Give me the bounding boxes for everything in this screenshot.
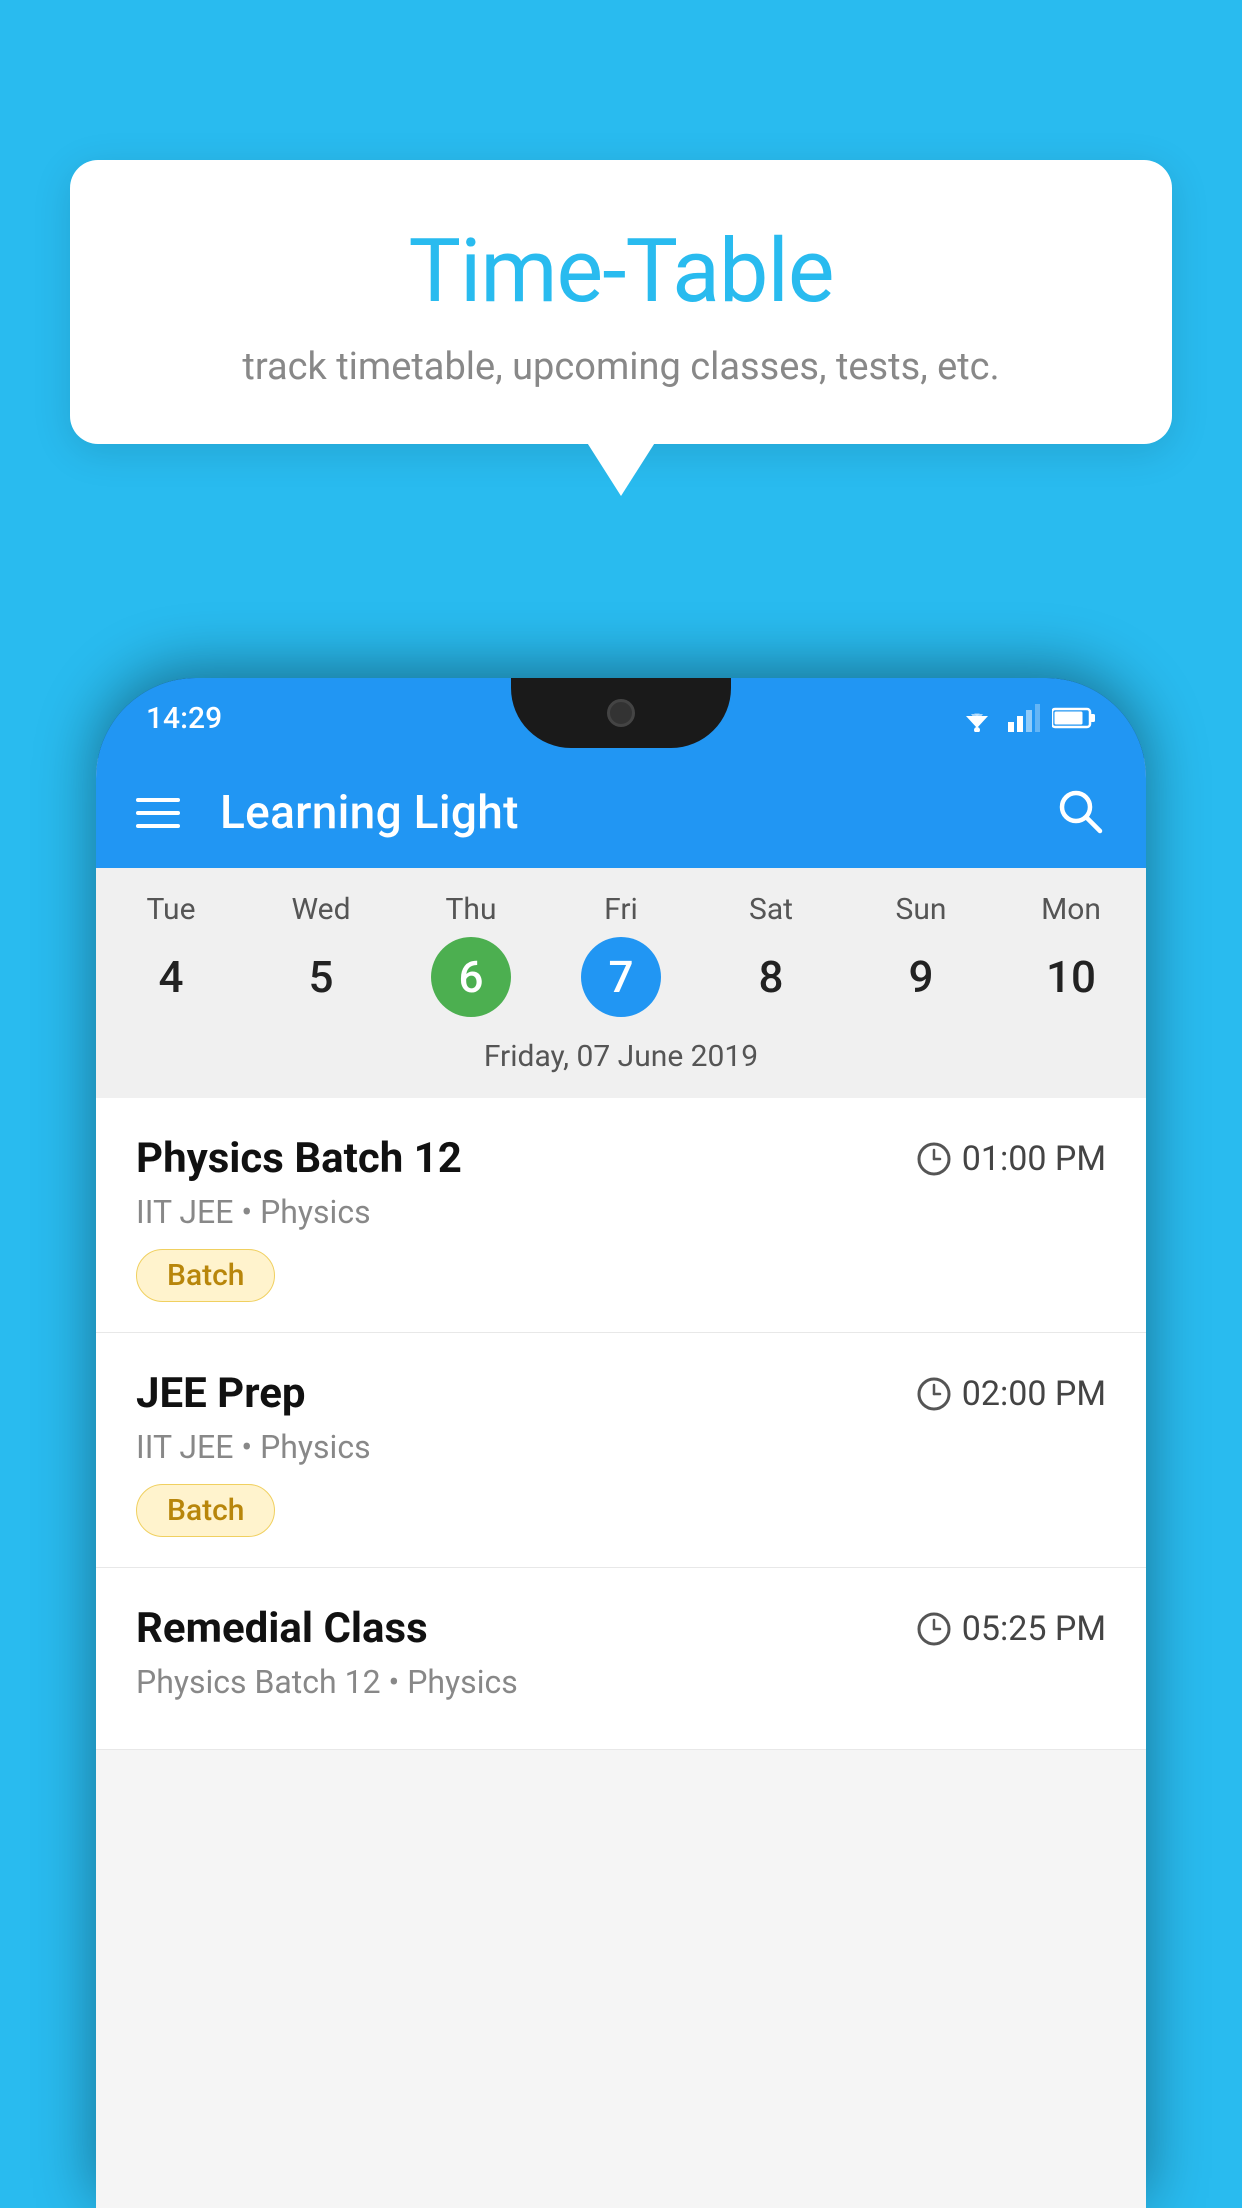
batch-badge: Batch xyxy=(136,1249,275,1302)
calendar-day-9[interactable]: Sun 9 xyxy=(856,892,986,1017)
day-number: 5 xyxy=(281,937,361,1017)
day-name: Fri xyxy=(604,892,638,927)
search-button[interactable] xyxy=(1054,785,1106,841)
day-number: 7 xyxy=(581,937,661,1017)
calendar-day-8[interactable]: Sat 8 xyxy=(706,892,836,1017)
signal-icon xyxy=(1008,704,1040,732)
battery-icon xyxy=(1052,706,1096,730)
phone-notch xyxy=(511,678,731,748)
wifi-icon xyxy=(958,704,996,732)
day-name: Sat xyxy=(749,892,793,927)
schedule-item-time: 05:25 PM xyxy=(916,1609,1106,1649)
selected-date-label: Friday, 07 June 2019 xyxy=(96,1031,1146,1078)
day-number: 6 xyxy=(431,937,511,1017)
batch-badge: Batch xyxy=(136,1484,275,1537)
day-name: Sun xyxy=(896,892,947,927)
schedule-item-time: 02:00 PM xyxy=(916,1374,1106,1414)
day-name: Tue xyxy=(147,892,196,927)
hamburger-line-3 xyxy=(136,824,180,828)
schedule-item-subtitle: Physics Batch 12 • Physics xyxy=(136,1663,1106,1701)
schedule-item-0[interactable]: Physics Batch 12 01:00 PM IIT JEE • Phys… xyxy=(96,1098,1146,1333)
search-icon xyxy=(1054,785,1106,837)
schedule-item-header: JEE Prep 02:00 PM xyxy=(136,1369,1106,1418)
tooltip-card: Time-Table track timetable, upcoming cla… xyxy=(70,160,1172,444)
tooltip-subtitle: track timetable, upcoming classes, tests… xyxy=(120,345,1122,389)
hamburger-line-2 xyxy=(136,811,180,815)
schedule-item-title: Physics Batch 12 xyxy=(136,1134,462,1183)
camera-dot xyxy=(607,699,635,727)
app-bar-title: Learning Light xyxy=(220,786,1014,840)
calendar-day-7[interactable]: Fri 7 xyxy=(556,892,686,1017)
clock-icon xyxy=(916,1141,952,1177)
day-name: Thu xyxy=(446,892,497,927)
phone-frame: 14:29 xyxy=(96,678,1146,2208)
calendar-day-10[interactable]: Mon 10 xyxy=(1006,892,1136,1017)
calendar-day-4[interactable]: Tue 4 xyxy=(106,892,236,1017)
day-number: 4 xyxy=(131,937,211,1017)
status-time: 14:29 xyxy=(146,701,222,736)
schedule-item-header: Remedial Class 05:25 PM xyxy=(136,1604,1106,1653)
app-bar: Learning Light xyxy=(96,758,1146,868)
days-row: Tue 4 Wed 5 Thu 6 Fri 7 Sat 8 Sun 9 Mon 10 xyxy=(96,892,1146,1017)
calendar-strip: Tue 4 Wed 5 Thu 6 Fri 7 Sat 8 Sun 9 Mon 10 Friday, 07… xyxy=(96,868,1146,1098)
day-number: 8 xyxy=(731,937,811,1017)
schedule-item-title: JEE Prep xyxy=(136,1369,306,1418)
status-icons xyxy=(958,704,1096,732)
clock-icon xyxy=(916,1376,952,1412)
phone-screen: Learning Light Tue4Wed5Thu6Fri7Sat8Sun9M… xyxy=(96,758,1146,2208)
calendar-day-6[interactable]: Thu 6 xyxy=(406,892,536,1017)
schedule-item-subtitle: IIT JEE • Physics xyxy=(136,1428,1106,1466)
schedule-item-header: Physics Batch 12 01:00 PM xyxy=(136,1134,1106,1183)
calendar-day-5[interactable]: Wed 5 xyxy=(256,892,386,1017)
hamburger-line-1 xyxy=(136,798,180,802)
day-number: 9 xyxy=(881,937,961,1017)
schedule-list: Physics Batch 12 01:00 PM IIT JEE • Phys… xyxy=(96,1098,1146,1750)
schedule-item-subtitle: IIT JEE • Physics xyxy=(136,1193,1106,1231)
day-name: Wed xyxy=(292,892,351,927)
hamburger-menu-button[interactable] xyxy=(136,798,180,828)
schedule-item-time: 01:00 PM xyxy=(916,1139,1106,1179)
tooltip-title: Time-Table xyxy=(120,220,1122,323)
schedule-item-title: Remedial Class xyxy=(136,1604,428,1653)
day-number: 10 xyxy=(1031,937,1111,1017)
clock-icon xyxy=(916,1611,952,1647)
day-name: Mon xyxy=(1041,892,1101,927)
schedule-item-2[interactable]: Remedial Class 05:25 PM Physics Batch 12… xyxy=(96,1568,1146,1750)
schedule-item-1[interactable]: JEE Prep 02:00 PM IIT JEE • Physics Batc… xyxy=(96,1333,1146,1568)
